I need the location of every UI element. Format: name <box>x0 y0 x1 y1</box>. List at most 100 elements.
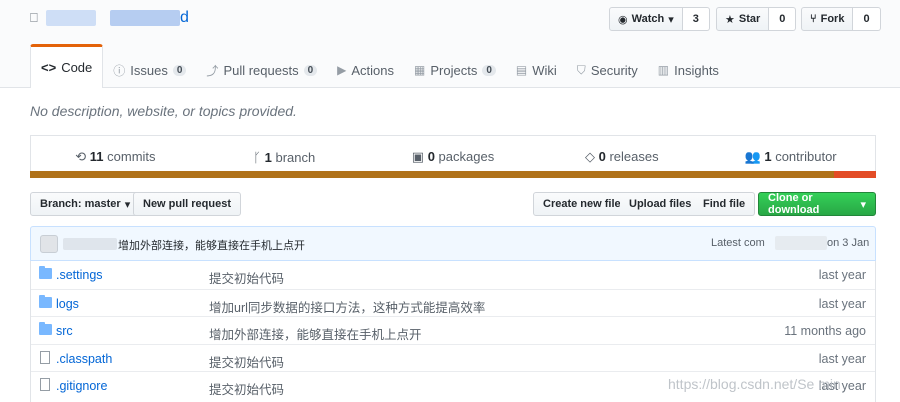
watermark: https://blog.csdn.net/Se min <box>668 376 841 392</box>
file-name-link[interactable]: .gitignore <box>56 379 107 393</box>
watch-label: Watch <box>631 13 665 25</box>
repo-description: No description, website, or topics provi… <box>30 103 297 119</box>
blurred-author <box>63 238 117 250</box>
file-age: last year <box>818 296 866 311</box>
fork-count[interactable]: 0 <box>853 7 881 31</box>
commits-label: commits <box>107 149 156 164</box>
table-row: logs 增加url同步数据的接口方法，这种方式能提高效率 last year <box>31 288 875 317</box>
packages-label: packages <box>438 149 495 164</box>
tab-label: Projects <box>430 62 478 78</box>
clone-or-download-button[interactable]: Clone or download ▾ <box>758 192 876 216</box>
file-commit-message[interactable]: 增加外部连接，能够直接在手机上点开 <box>209 324 422 343</box>
language-bar[interactable] <box>30 171 876 178</box>
book-icon: ▤ <box>515 63 528 77</box>
tab-label: Actions <box>351 62 395 78</box>
fork-group: ⑂ Fork 0 <box>801 7 881 31</box>
blurred-commit-hash <box>775 236 827 250</box>
file-commit-message[interactable]: 提交初始代码 <box>209 352 284 371</box>
releases-label: releases <box>609 149 659 164</box>
tab-label: Security <box>590 62 638 78</box>
latest-commit-date: on 3 Jan <box>827 237 870 249</box>
avatar[interactable] <box>40 235 58 253</box>
folder-icon <box>39 294 52 308</box>
commits-link[interactable]: ⟲ 11 commits <box>31 149 200 165</box>
find-file-button[interactable]: Find file <box>694 192 756 216</box>
file-age: last year <box>818 268 866 282</box>
packages-link[interactable]: ▣ 0 packages <box>369 149 538 165</box>
people-icon: 👥 <box>744 149 761 164</box>
clone-label: Clone or download <box>768 192 820 216</box>
file-name-link[interactable]: src <box>56 324 73 338</box>
file-age: 11 months ago <box>784 324 866 339</box>
folder-icon <box>39 322 52 336</box>
blurred-owner <box>46 10 96 26</box>
table-row: src 增加外部连接，能够直接在手机上点开 11 months ago <box>31 316 875 344</box>
star-group: ★ Star 0 <box>716 7 797 31</box>
watch-group: ◉ Watch ▾ 3 <box>609 7 710 31</box>
latest-commit-message[interactable]: 增加外部连接，能够直接在手机上点开 <box>118 237 305 253</box>
file-icon <box>40 350 50 364</box>
branch-select-button[interactable]: Branch: master ▾ <box>30 192 141 216</box>
repo-name[interactable]: d <box>180 9 189 27</box>
tab-wiki[interactable]: ▤ Wiki <box>506 52 567 88</box>
file-name-link[interactable]: logs <box>56 297 79 311</box>
star-icon: ★ <box>725 13 735 26</box>
tab-label: Pull requests <box>223 62 299 78</box>
repo-header: ⎕ d ◉ Watch ▾ 3 ★ Star 0 ⑂ Fork 0 <> Cod… <box>0 0 900 88</box>
branch-select-label: Branch: master <box>40 198 121 210</box>
folder-icon <box>39 266 52 279</box>
caret-down-icon: ▾ <box>860 198 866 211</box>
graph-icon: ▥ <box>657 63 670 77</box>
file-commit-message[interactable]: 提交初始代码 <box>209 379 284 398</box>
file-icon <box>40 378 50 392</box>
branch-link[interactable]: ᚴ 1 branch <box>200 150 369 165</box>
latest-commit-label: Latest com <box>711 237 765 249</box>
fork-icon: ⑂ <box>810 13 817 25</box>
file-toolbar: Branch: master ▾ New pull request Create… <box>30 192 876 216</box>
file-commit-message[interactable]: 增加url同步数据的接口方法，这种方式能提高效率 <box>209 297 485 316</box>
watch-count[interactable]: 3 <box>682 7 710 31</box>
tab-label: Code <box>61 60 93 75</box>
branch-icon: ᚴ <box>253 149 261 165</box>
file-commit-message[interactable]: 提交初始代码 <box>209 268 284 287</box>
repo-icon: ⎕ <box>30 10 38 25</box>
table-row: .classpath 提交初始代码 last year <box>31 343 875 372</box>
releases-count: 0 <box>598 149 606 164</box>
create-new-file-button[interactable]: Create new file <box>533 192 631 216</box>
tab-count: 0 <box>303 64 318 76</box>
tab-insights[interactable]: ▥ Insights <box>648 52 729 88</box>
fork-button[interactable]: ⑂ Fork <box>801 7 854 31</box>
fork-label: Fork <box>820 13 845 25</box>
tab-label: Wiki <box>532 62 557 78</box>
file-name-link[interactable]: .settings <box>56 268 103 282</box>
tab-security[interactable]: ⛉ Security <box>567 52 648 88</box>
star-count[interactable]: 0 <box>769 7 797 31</box>
tab-code[interactable]: <> Code <box>30 44 104 88</box>
new-pull-request-button[interactable]: New pull request <box>133 192 242 216</box>
file-age: last year <box>818 351 866 366</box>
language-segment-primary <box>30 171 834 178</box>
branch-count: 1 <box>264 149 272 165</box>
issue-icon: ⓘ <box>113 63 126 78</box>
contributors-link[interactable]: 👥 1 contributor <box>706 149 875 165</box>
branch-label: branch <box>275 149 316 165</box>
table-row: .settings 提交初始代码 last year <box>31 261 875 289</box>
tab-issues[interactable]: ⓘ Issues 0 <box>103 52 196 88</box>
file-name-link[interactable]: .classpath <box>56 352 112 366</box>
shield-icon: ⛉ <box>576 62 586 77</box>
caret-down-icon: ▾ <box>124 198 131 211</box>
language-segment-secondary <box>833 171 876 178</box>
code-icon: <> <box>41 60 57 75</box>
tab-projects[interactable]: ▦ Projects 0 <box>404 52 506 88</box>
contributors-count: 1 <box>764 149 772 164</box>
star-button[interactable]: ★ Star <box>716 7 770 31</box>
latest-commit-bar: 增加外部连接，能够直接在手机上点开 Latest com on 3 Jan <box>30 226 876 261</box>
tab-actions[interactable]: ▶ Actions <box>327 52 404 88</box>
releases-link[interactable]: ◇ 0 releases <box>537 149 706 165</box>
star-label: Star <box>738 13 761 25</box>
play-icon: ▶ <box>337 63 347 77</box>
upload-files-button[interactable]: Upload files <box>620 192 702 216</box>
project-icon: ▦ <box>414 63 426 77</box>
watch-button[interactable]: ◉ Watch ▾ <box>609 7 683 31</box>
tab-pull-requests[interactable]: ⤴ Pull requests 0 <box>196 52 327 88</box>
